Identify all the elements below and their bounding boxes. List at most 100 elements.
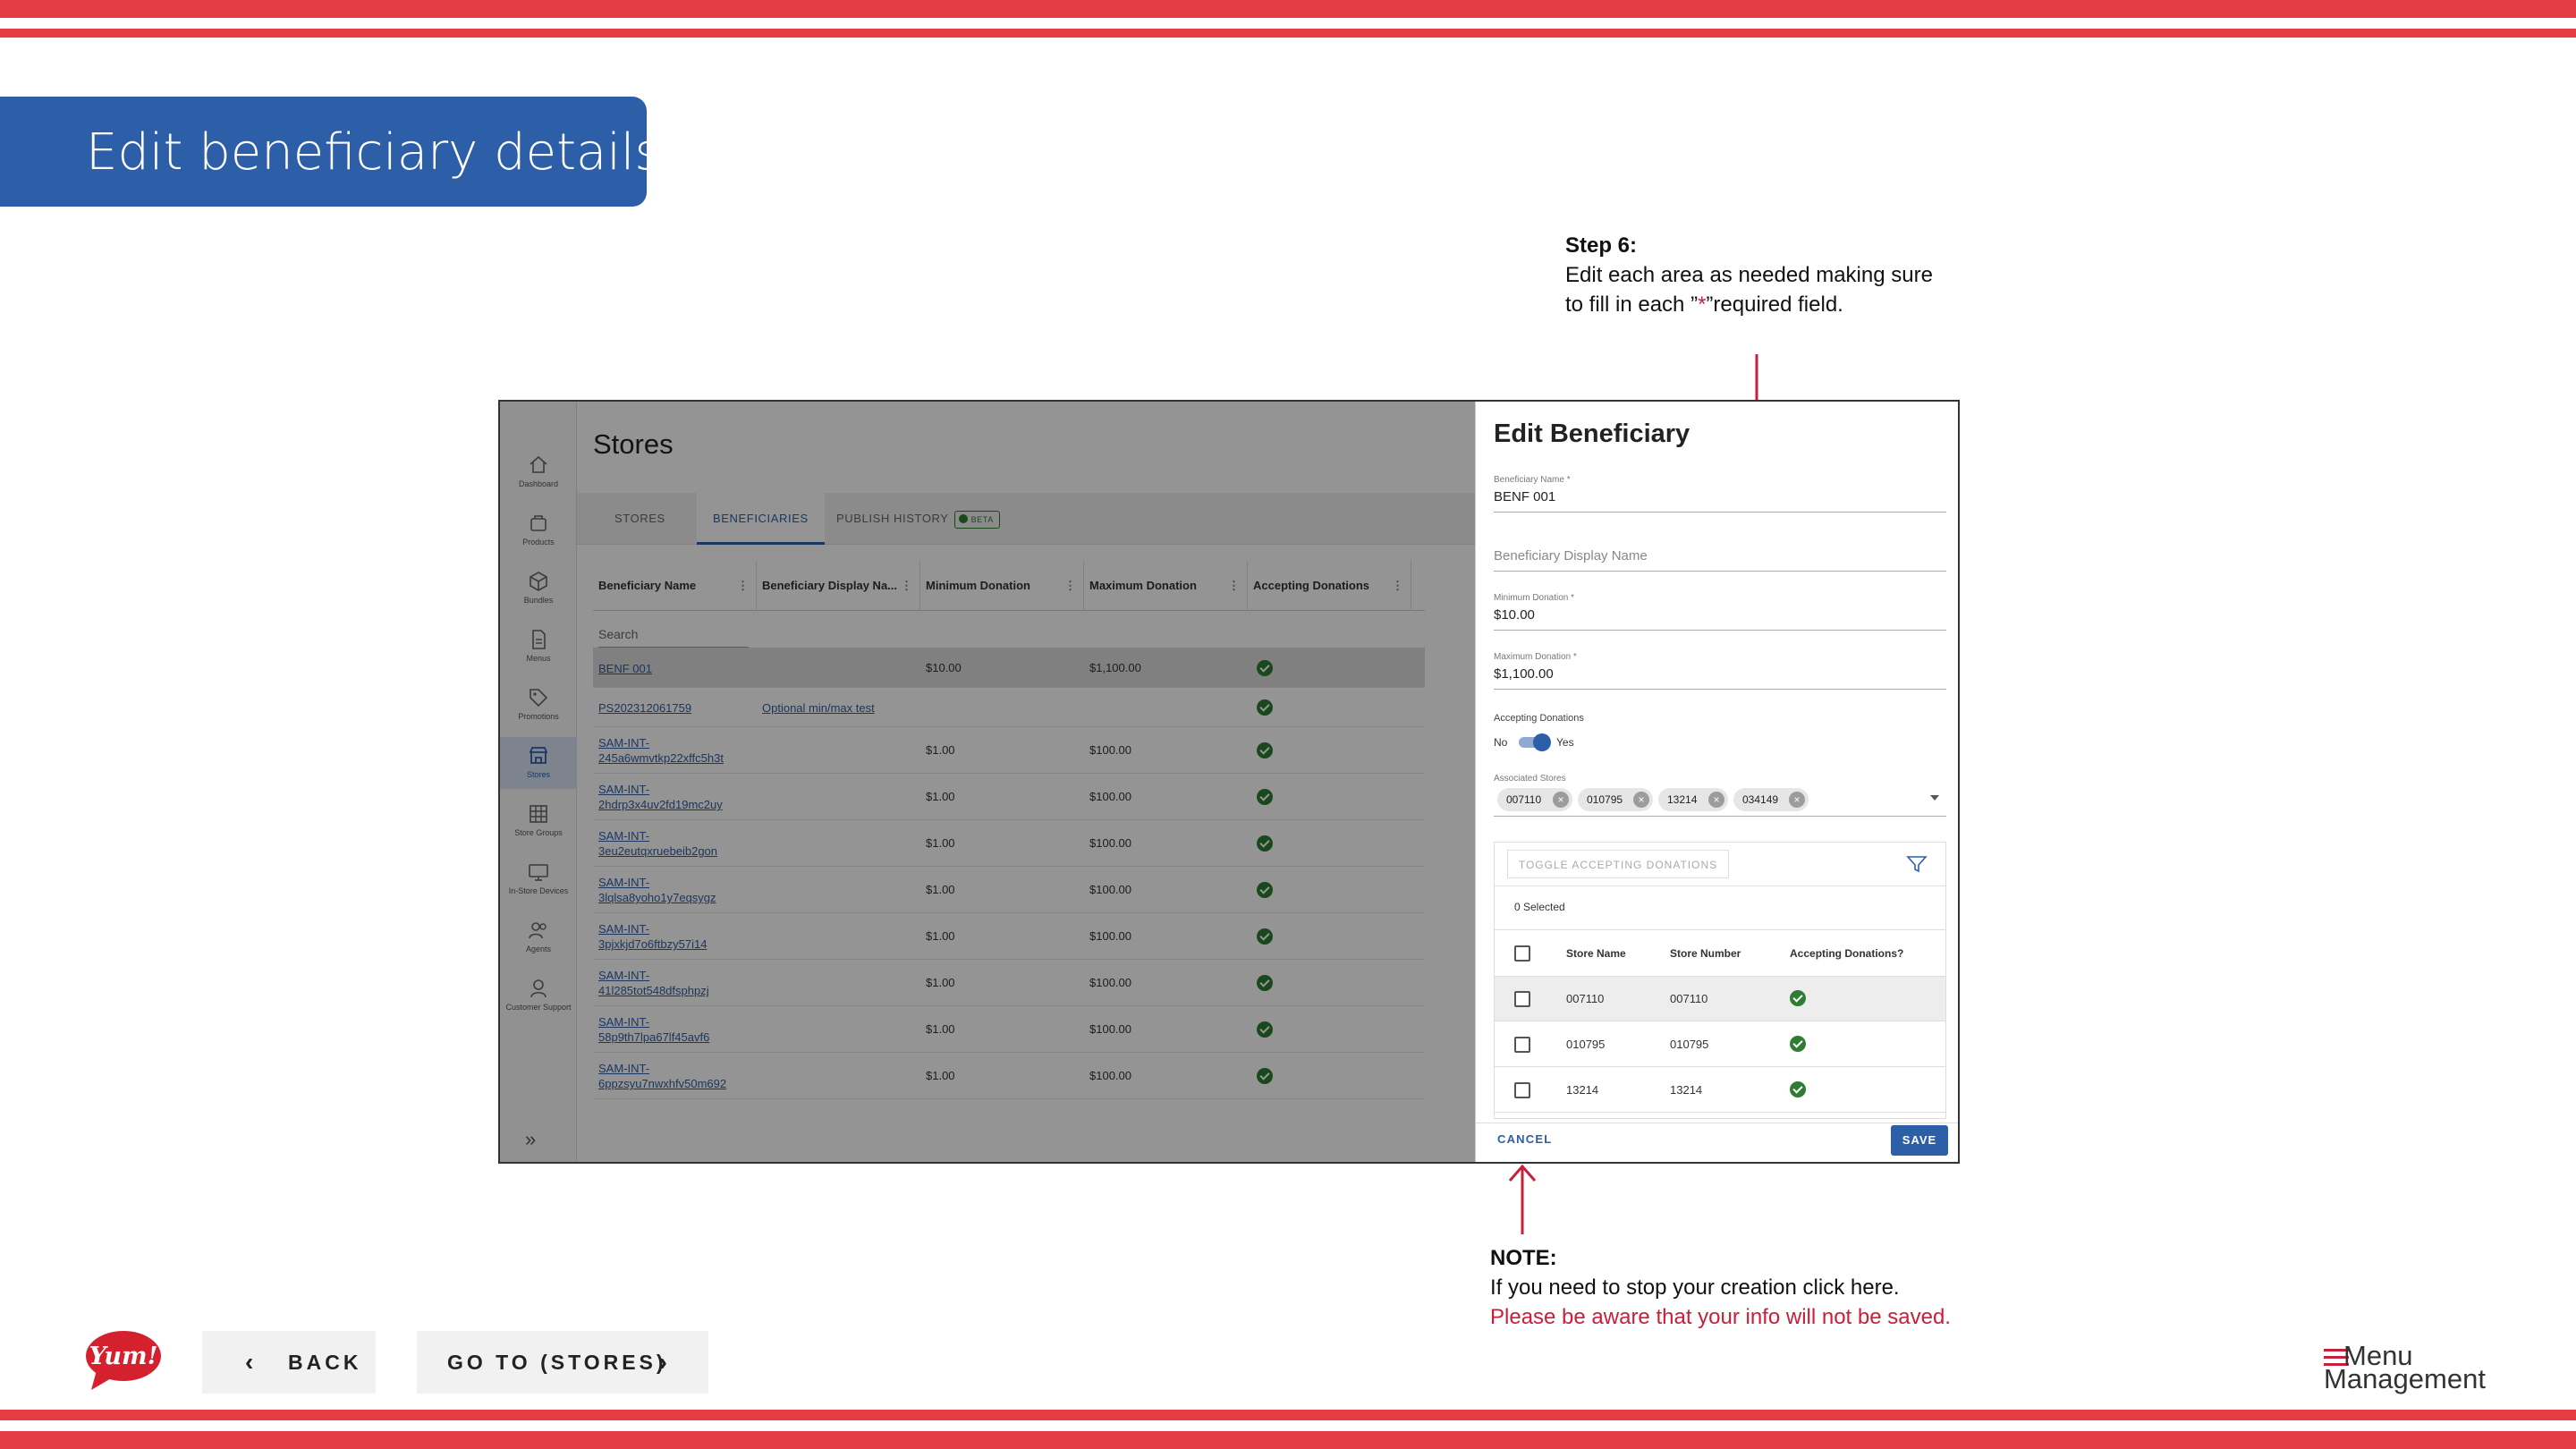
store-number-cell: 010795 — [1670, 1038, 1709, 1051]
check-circle-icon — [1257, 1068, 1273, 1084]
nav-label: Store Groups — [514, 828, 563, 837]
store-checkbox[interactable] — [1514, 1082, 1530, 1098]
beneficiary-name-cell[interactable]: SAM-INT- 6ppzsyu7nwxhfv50m692 — [593, 1061, 745, 1091]
step-heading: Step 6: — [1565, 233, 1638, 258]
nav-item-customer-support[interactable]: Customer Support — [500, 970, 577, 1021]
beneficiary-name-cell[interactable]: SAM-INT- 245a6wmvtkp22xffc5h3t — [593, 735, 745, 766]
store-row[interactable]: 13214 13214 — [1495, 1068, 1945, 1113]
beneficiary-name-field[interactable]: Beneficiary Name * BENF 001 — [1494, 475, 1946, 513]
nav-item-dashboard[interactable]: Dashboard — [500, 446, 577, 498]
table-row[interactable]: SAM-INT- 2hdrp3x4uv2fd19mc2uy $1.00 $100.00 — [593, 774, 1425, 820]
beneficiary-name-cell[interactable]: SAM-INT- 3pjxkjd7o6ftbzy57i14 — [593, 921, 745, 952]
accepting-cell — [1251, 789, 1273, 808]
column-menu-icon[interactable]: ⋮ — [1228, 561, 1240, 611]
beneficiary-name-cell[interactable]: SAM-INT- 58p9th7lpa67lf45avf6 — [593, 1014, 745, 1045]
bottom-stripe-1 — [0, 1410, 2576, 1420]
remove-chip-icon[interactable]: × — [1633, 792, 1649, 808]
toggle-no-label: No — [1494, 736, 1508, 749]
display-name-field[interactable]: Beneficiary Display Name — [1494, 534, 1946, 572]
maximum-donation-field[interactable]: Maximum Donation * $1,100.00 — [1494, 652, 1946, 690]
beta-badge: BETA — [953, 510, 1000, 529]
tab-publish-history[interactable]: PUBLISH HISTORY BETA — [820, 493, 1016, 545]
col-maximum-donation[interactable]: Maximum Donation ⋮ — [1084, 561, 1248, 611]
grid-search-input[interactable]: Search — [598, 627, 638, 641]
toggle-accepting-donations-button[interactable]: TOGGLE ACCEPTING DONATIONS — [1507, 850, 1729, 878]
store-checkbox[interactable] — [1514, 991, 1530, 1007]
table-row[interactable]: SAM-INT- 41l285tot548dfsphpzj $1.00 $100.00 — [593, 960, 1425, 1006]
min-donation-cell: $1.00 — [926, 743, 955, 757]
col-minimum-donation[interactable]: Minimum Donation ⋮ — [920, 561, 1084, 611]
cancel-button[interactable]: CANCEL — [1497, 1132, 1552, 1146]
table-row[interactable]: PS202312061759 Optional min/max test — [593, 688, 1425, 727]
column-menu-icon[interactable]: ⋮ — [737, 561, 749, 611]
filter-icon[interactable] — [1906, 855, 1928, 873]
col-display-name[interactable]: Beneficiary Display Na... ⋮ — [757, 561, 920, 611]
beneficiary-name-cell[interactable]: BENF 001 — [593, 661, 745, 676]
nav-item-agents[interactable]: Agents — [500, 911, 577, 963]
people-icon — [529, 922, 547, 939]
check-circle-icon — [1257, 742, 1273, 758]
nav-item-store-groups[interactable]: Store Groups — [500, 795, 577, 847]
associated-stores-select[interactable]: 007110 × 010795 × 13214 × 034149 × — [1494, 786, 1946, 817]
save-button[interactable]: SAVE — [1891, 1125, 1948, 1156]
beneficiary-name-cell[interactable]: SAM-INT- 2hdrp3x4uv2fd19mc2uy — [593, 782, 745, 812]
minimum-donation-field[interactable]: Minimum Donation * $10.00 — [1494, 593, 1946, 631]
max-donation-cell: $100.00 — [1089, 836, 1131, 850]
store-checkbox[interactable] — [1514, 1037, 1530, 1053]
column-menu-icon[interactable]: ⋮ — [901, 561, 912, 611]
column-menu-icon[interactable]: ⋮ — [1064, 561, 1076, 611]
check-circle-icon — [1790, 1036, 1806, 1052]
table-row[interactable]: SAM-INT- 6ppzsyu7nwxhfv50m692 $1.00 $100.00 — [593, 1053, 1425, 1099]
beneficiary-name-cell[interactable]: SAM-INT- 41l285tot548dfsphpzj — [593, 968, 745, 998]
beneficiary-name-cell[interactable]: SAM-INT- 3eu2eutqxruebeib2gon — [593, 828, 745, 859]
max-donation-cell: $100.00 — [1089, 883, 1131, 896]
display-name-cell[interactable]: Optional min/max test — [757, 700, 909, 716]
store-row[interactable]: 007110 007110 — [1495, 977, 1945, 1021]
store-row[interactable]: 010795 010795 — [1495, 1022, 1945, 1067]
column-menu-icon[interactable]: ⋮ — [1392, 561, 1403, 611]
tab-stores[interactable]: STORES — [598, 493, 682, 545]
table-row[interactable]: SAM-INT- 3lqlsa8yoho1y7eqsygz $1.00 $100.00 — [593, 867, 1425, 913]
table-row[interactable]: BENF 001 $10.00 $1,100.00 — [593, 648, 1425, 688]
col-accepting-donations[interactable]: Accepting Donations ⋮ — [1248, 561, 1411, 611]
nav-item-stores[interactable]: Stores — [500, 737, 577, 789]
max-donation-cell: $100.00 — [1089, 743, 1131, 757]
back-button[interactable]: ‹ BACK — [202, 1331, 376, 1394]
accepting-cell — [1251, 742, 1273, 761]
associated-stores-table: TOGGLE ACCEPTING DONATIONS 0 Selected St… — [1494, 842, 1946, 1119]
nav-item-promotions[interactable]: Promotions — [500, 679, 577, 731]
accepting-donations-toggle[interactable] — [1519, 733, 1551, 751]
nav-item-products[interactable]: Products — [500, 504, 577, 556]
note-line-2: Please be aware that your info will not … — [1490, 1305, 1951, 1329]
max-donation-cell: $100.00 — [1089, 790, 1131, 803]
table-row[interactable]: SAM-INT- 58p9th7lpa67lf45avf6 $1.00 $100.00 — [593, 1006, 1425, 1053]
nav-item-bundles[interactable]: Bundles — [500, 563, 577, 614]
col-beneficiary-name[interactable]: Beneficiary Name ⋮ — [593, 561, 757, 611]
store-number-cell: 13214 — [1670, 1083, 1703, 1097]
back-label: BACK — [288, 1351, 362, 1374]
select-all-checkbox[interactable] — [1514, 945, 1530, 962]
table-row[interactable]: SAM-INT- 245a6wmvtkp22xffc5h3t $1.00 $100.0… — [593, 727, 1425, 774]
min-donation-cell: $1.00 — [926, 976, 955, 989]
remove-chip-icon[interactable]: × — [1789, 792, 1805, 808]
nav-item-in-store-devices[interactable]: In-Store Devices — [500, 853, 577, 905]
tab-beneficiaries[interactable]: BENEFICIARIES — [697, 493, 825, 545]
beneficiary-name-cell[interactable]: SAM-INT- 3lqlsa8yoho1y7eqsygz — [593, 875, 745, 905]
min-donation-cell: $1.00 — [926, 836, 955, 850]
dropdown-caret-icon[interactable] — [1930, 795, 1939, 801]
beneficiary-name-cell[interactable]: PS202312061759 — [593, 700, 745, 716]
table-row[interactable]: SAM-INT- 3pjxkjd7o6ftbzy57i14 $1.00 $100.00 — [593, 913, 1425, 960]
step-callout: Step 6: Edit each area as needed making … — [1565, 231, 1933, 319]
nav-label: Dashboard — [518, 479, 559, 488]
associated-stores-label: Associated Stores — [1494, 774, 1566, 784]
go-to-stores-button[interactable]: GO TO (STORES) › — [417, 1331, 708, 1394]
note-line-1: If you need to stop your creation click … — [1490, 1275, 1900, 1300]
remove-chip-icon[interactable]: × — [1708, 792, 1724, 808]
search-underline — [598, 647, 749, 648]
remove-chip-icon[interactable]: × — [1553, 792, 1569, 808]
expand-nav-icon[interactable]: » — [525, 1128, 536, 1151]
table-row[interactable]: SAM-INT- 3eu2eutqxruebeib2gon $1.00 $100.00 — [593, 820, 1425, 867]
nav-item-menus[interactable]: Menus — [500, 621, 577, 673]
max-donation-cell: $1,100.00 — [1089, 661, 1141, 674]
svg-text:Yum!: Yum! — [89, 1343, 158, 1370]
